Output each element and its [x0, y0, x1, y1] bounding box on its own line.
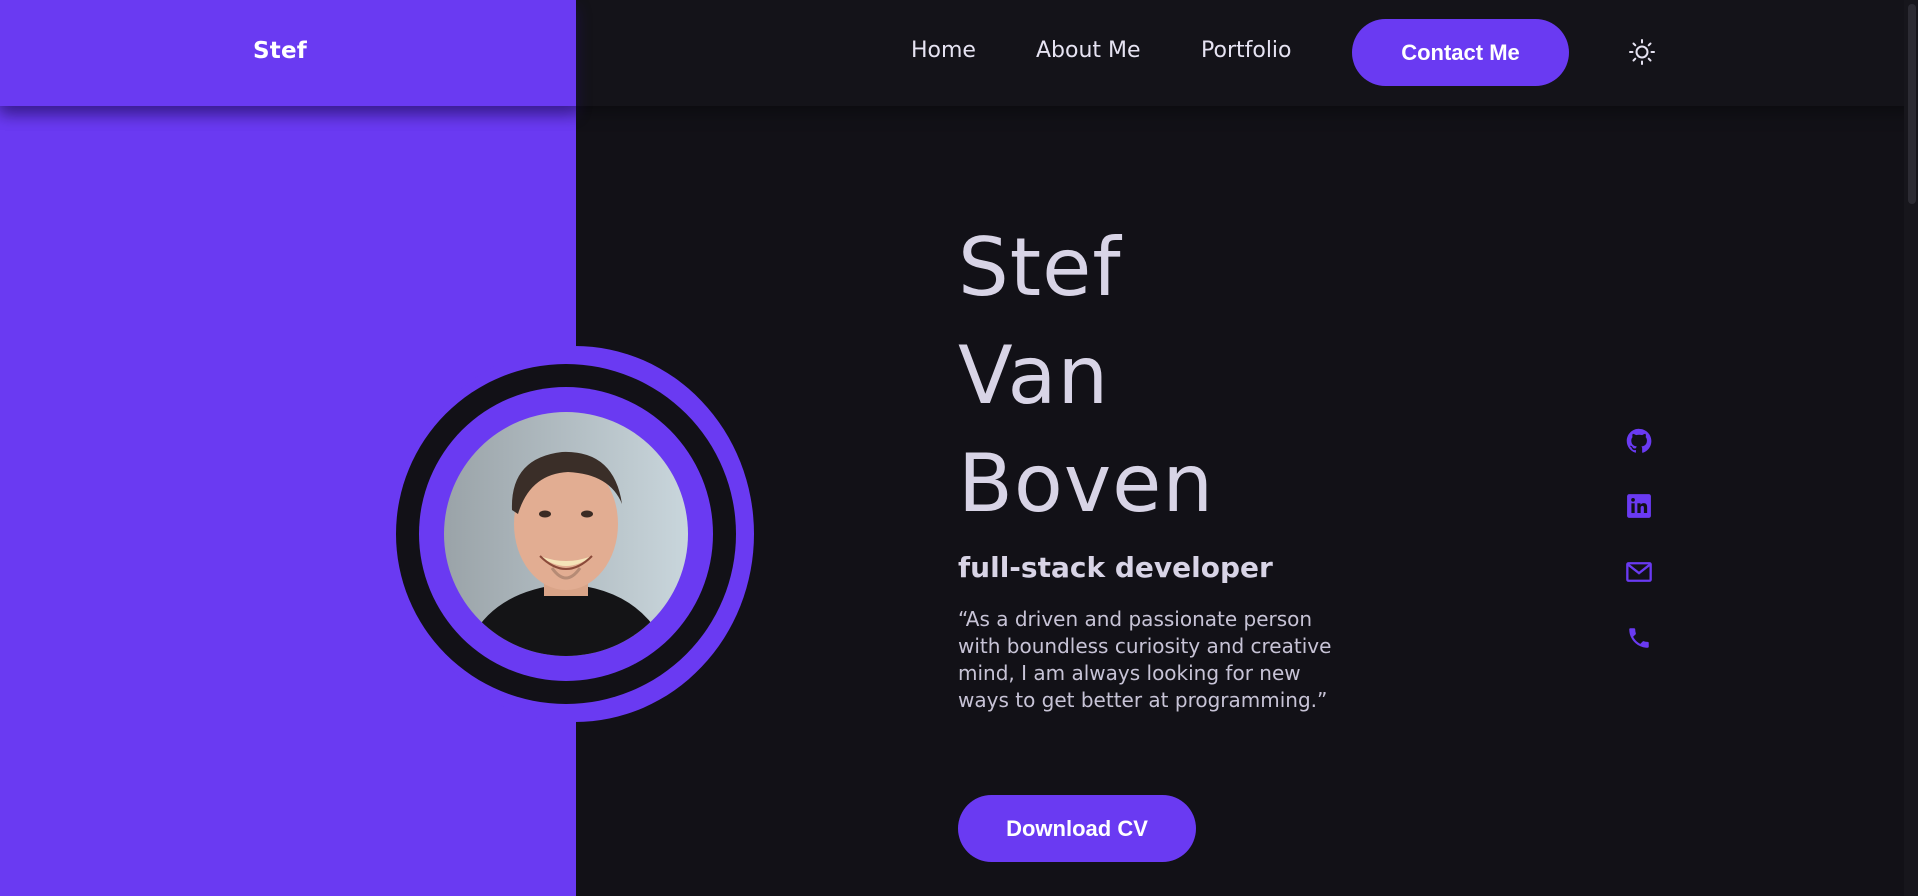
profile-avatar-frame — [396, 346, 754, 722]
hero-name-line-1: Stef — [958, 221, 1122, 314]
hero-name-line-2: Van — [958, 329, 1110, 422]
hero-name-line-3: Boven — [958, 437, 1215, 530]
contact-me-button[interactable]: Contact Me — [1352, 19, 1569, 86]
page-scrollbar[interactable] — [1904, 0, 1918, 896]
page: Stef Home About Me Portfolio Contact Me — [0, 0, 1918, 896]
nav-portfolio-link[interactable]: Portfolio — [1201, 38, 1292, 63]
mail-icon[interactable] — [1624, 557, 1654, 587]
profile-photo — [444, 412, 688, 656]
site-header: Stef Home About Me Portfolio Contact Me — [0, 0, 1918, 106]
sun-icon[interactable] — [1628, 38, 1656, 66]
phone-icon[interactable] — [1624, 623, 1654, 653]
download-cv-button[interactable]: Download CV — [958, 795, 1196, 862]
nav-home-link[interactable]: Home — [911, 38, 976, 63]
hero-quote: “As a driven and passionate person with … — [958, 607, 1332, 712]
scrollbar-thumb[interactable] — [1908, 4, 1916, 204]
linkedin-icon[interactable] — [1624, 491, 1654, 521]
hero-role: full-stack developer — [958, 551, 1273, 584]
header-brand-area: Stef — [0, 0, 576, 106]
nav-about-link[interactable]: About Me — [1036, 38, 1141, 63]
github-icon[interactable] — [1624, 426, 1654, 456]
brand-logo[interactable]: Stef — [253, 38, 307, 64]
hero-name: Stef Van Boven — [958, 214, 1214, 538]
